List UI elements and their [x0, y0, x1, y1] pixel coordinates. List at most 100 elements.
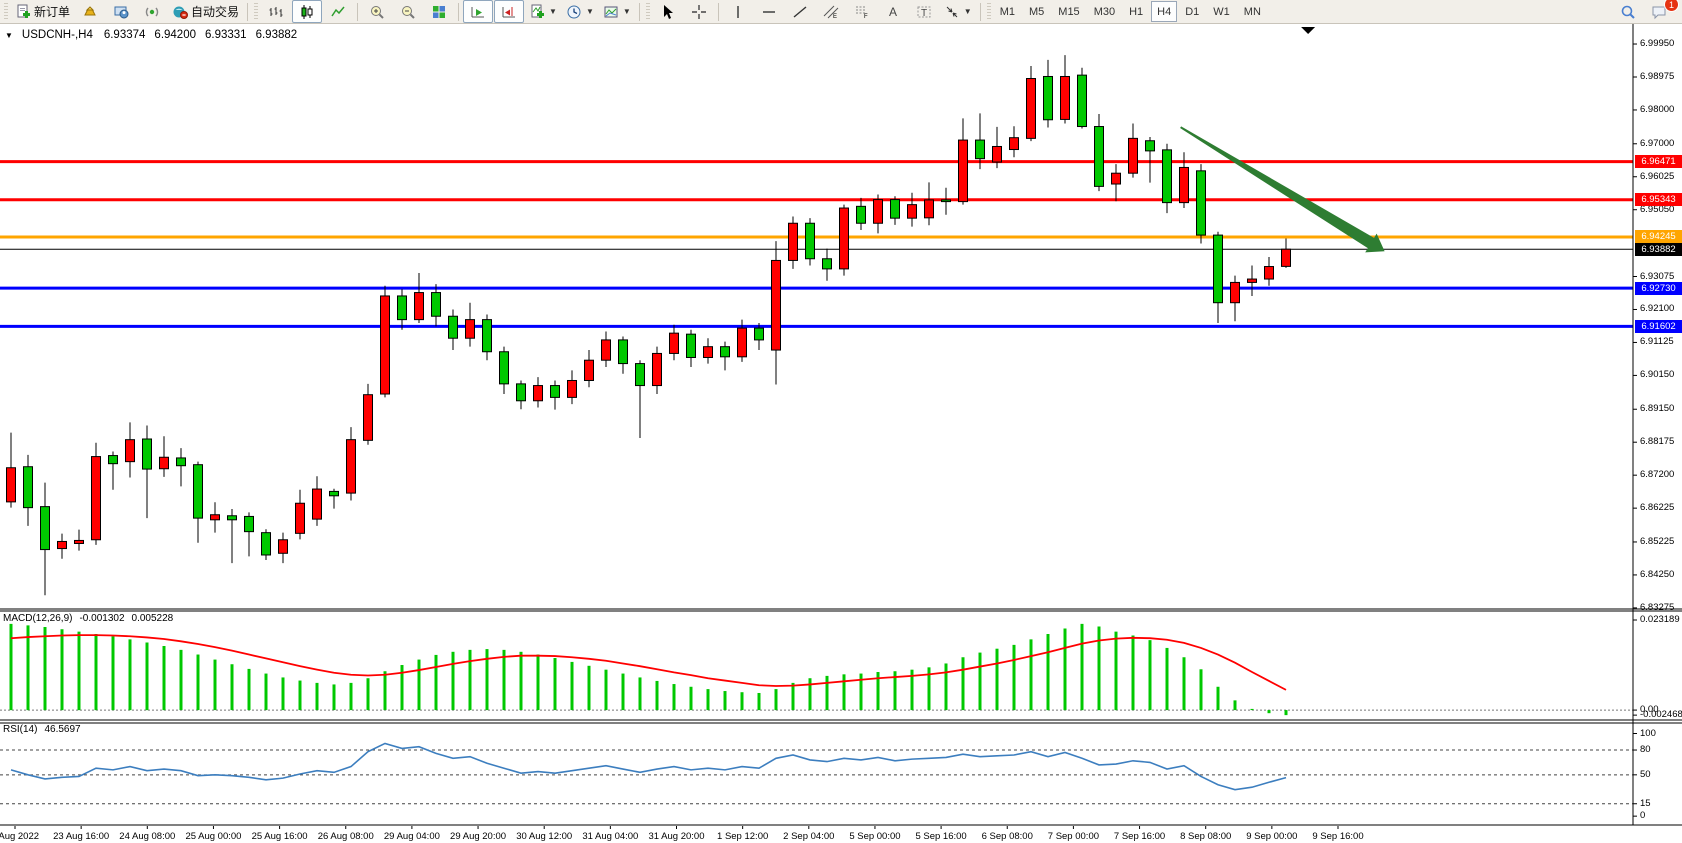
horizontal-line-button[interactable] — [754, 0, 784, 23]
macd-label: MACD(12,26,9) — [3, 613, 72, 624]
new-order-button[interactable]: 新订单 — [11, 0, 74, 23]
rsi-label: RSI(14) — [3, 724, 37, 735]
search-button[interactable] — [1613, 0, 1643, 23]
zoom-out-button[interactable] — [393, 0, 423, 23]
timeframe-button-m5[interactable]: M5 — [1023, 1, 1050, 22]
fibonacci-button[interactable]: F — [847, 0, 877, 23]
horizontal-line-icon — [761, 4, 777, 20]
chevron-down-icon: ▼ — [549, 7, 557, 16]
chart-canvas[interactable] — [0, 24, 1682, 843]
new-order-icon — [15, 4, 31, 20]
trendline-icon — [792, 4, 808, 20]
line-chart-button[interactable] — [323, 0, 353, 23]
timeframe-group: M1M5M15M30H1H4D1W1MN — [994, 1, 1267, 22]
terminal-icon — [113, 4, 129, 20]
notifications-button[interactable]: 1 — [1644, 0, 1674, 23]
candlestick-chart-button[interactable] — [292, 0, 322, 23]
separator — [458, 3, 459, 21]
mt4-window: { "toolbar": { "new_order_label": "新订单",… — [0, 0, 1682, 843]
separator — [718, 3, 719, 21]
timeframe-button-mn[interactable]: MN — [1238, 1, 1267, 22]
chevron-down-icon: ▼ — [623, 7, 631, 16]
quote-close: 6.93882 — [256, 29, 298, 41]
svg-text:A: A — [889, 5, 897, 19]
arrows-button[interactable]: ▼ — [940, 0, 976, 23]
macd-value: -0.001302 — [79, 613, 124, 624]
timeframe-button-m15[interactable]: M15 — [1052, 1, 1085, 22]
auto-trading-label: 自动交易 — [191, 3, 239, 20]
toolbar-grip[interactable] — [254, 3, 258, 21]
toolbar-grip[interactable] — [4, 3, 8, 21]
line-chart-icon — [330, 4, 346, 20]
channel-button[interactable]: E — [816, 0, 846, 23]
chart-title-row: ▼ USDCNH-,H4 6.93374 6.94200 6.93331 6.9… — [5, 29, 297, 41]
separator — [247, 3, 248, 21]
separator — [639, 3, 640, 21]
vertical-line-button[interactable] — [723, 0, 753, 23]
timeframe-button-d1[interactable]: D1 — [1179, 1, 1205, 22]
indicators-button[interactable]: ▼ — [525, 0, 561, 23]
auto-scroll-button[interactable] — [463, 0, 493, 23]
chart-shift-icon — [501, 4, 517, 20]
timeframe-button-h1[interactable]: H1 — [1123, 1, 1149, 22]
timeframe-button-m30[interactable]: M30 — [1088, 1, 1121, 22]
chevron-down-icon: ▼ — [586, 7, 594, 16]
timeframe-button-h4[interactable]: H4 — [1151, 1, 1177, 22]
signals-button[interactable] — [137, 0, 167, 23]
text-label-icon: T — [916, 4, 932, 20]
toolbar-grip[interactable] — [646, 3, 650, 21]
crosshair-icon — [691, 4, 707, 20]
cursor-icon — [660, 4, 676, 20]
text-button[interactable]: A — [878, 0, 908, 23]
trendline-button[interactable] — [785, 0, 815, 23]
timeframe-button-m1[interactable]: M1 — [994, 1, 1021, 22]
timeframe-button-w1[interactable]: W1 — [1207, 1, 1236, 22]
clock-icon — [566, 4, 582, 20]
data-window-button[interactable] — [106, 0, 136, 23]
new-order-label: 新订单 — [34, 3, 70, 20]
cursor-button[interactable] — [653, 0, 683, 23]
quote-open: 6.93374 — [104, 29, 146, 41]
candlestick-icon — [299, 4, 315, 20]
bar-chart-icon — [268, 4, 284, 20]
svg-text:F: F — [864, 14, 868, 20]
macd-signal-value: 0.005228 — [132, 613, 174, 624]
gold-icon — [82, 4, 98, 20]
arrows-icon — [944, 4, 960, 20]
svg-text:T: T — [921, 8, 927, 19]
rsi-value: 46.5697 — [44, 724, 80, 735]
zoom-in-button[interactable] — [362, 0, 392, 23]
signal-icon — [144, 4, 160, 20]
crosshair-button[interactable] — [684, 0, 714, 23]
chevron-down-icon[interactable]: ▼ — [5, 31, 13, 40]
search-icon — [1620, 4, 1636, 20]
macd-label-row: MACD(12,26,9) -0.001302 0.005228 — [3, 613, 173, 624]
tile-windows-button[interactable] — [424, 0, 454, 23]
notification-badge: 1 — [1664, 0, 1679, 12]
auto-scroll-icon — [470, 4, 486, 20]
chevron-down-icon: ▼ — [964, 7, 972, 16]
chart-shift-button[interactable] — [494, 0, 524, 23]
auto-trading-button[interactable]: 自动交易 — [168, 0, 243, 23]
quote-high: 6.94200 — [154, 29, 196, 41]
rsi-label-row: RSI(14) 46.5697 — [3, 724, 81, 735]
templates-button[interactable]: ▼ — [599, 0, 635, 23]
toolbar-grip[interactable] — [987, 3, 991, 21]
text-label-button[interactable]: T — [909, 0, 939, 23]
tile-windows-icon — [431, 4, 447, 20]
bar-chart-button[interactable] — [261, 0, 291, 23]
separator — [357, 3, 358, 21]
quote-low: 6.93331 — [205, 29, 247, 41]
separator — [980, 3, 981, 21]
indicators-icon — [529, 4, 545, 20]
zoom-in-icon — [369, 4, 385, 20]
svg-text:E: E — [833, 14, 837, 20]
market-watch-button[interactable] — [75, 0, 105, 23]
zoom-out-icon — [400, 4, 416, 20]
text-icon: A — [885, 4, 901, 20]
auto-trading-icon — [172, 4, 188, 20]
template-icon — [603, 4, 619, 20]
periods-button[interactable]: ▼ — [562, 0, 598, 23]
chart-symbol-title: USDCNH-,H4 — [22, 29, 93, 41]
channel-icon: E — [823, 4, 839, 20]
